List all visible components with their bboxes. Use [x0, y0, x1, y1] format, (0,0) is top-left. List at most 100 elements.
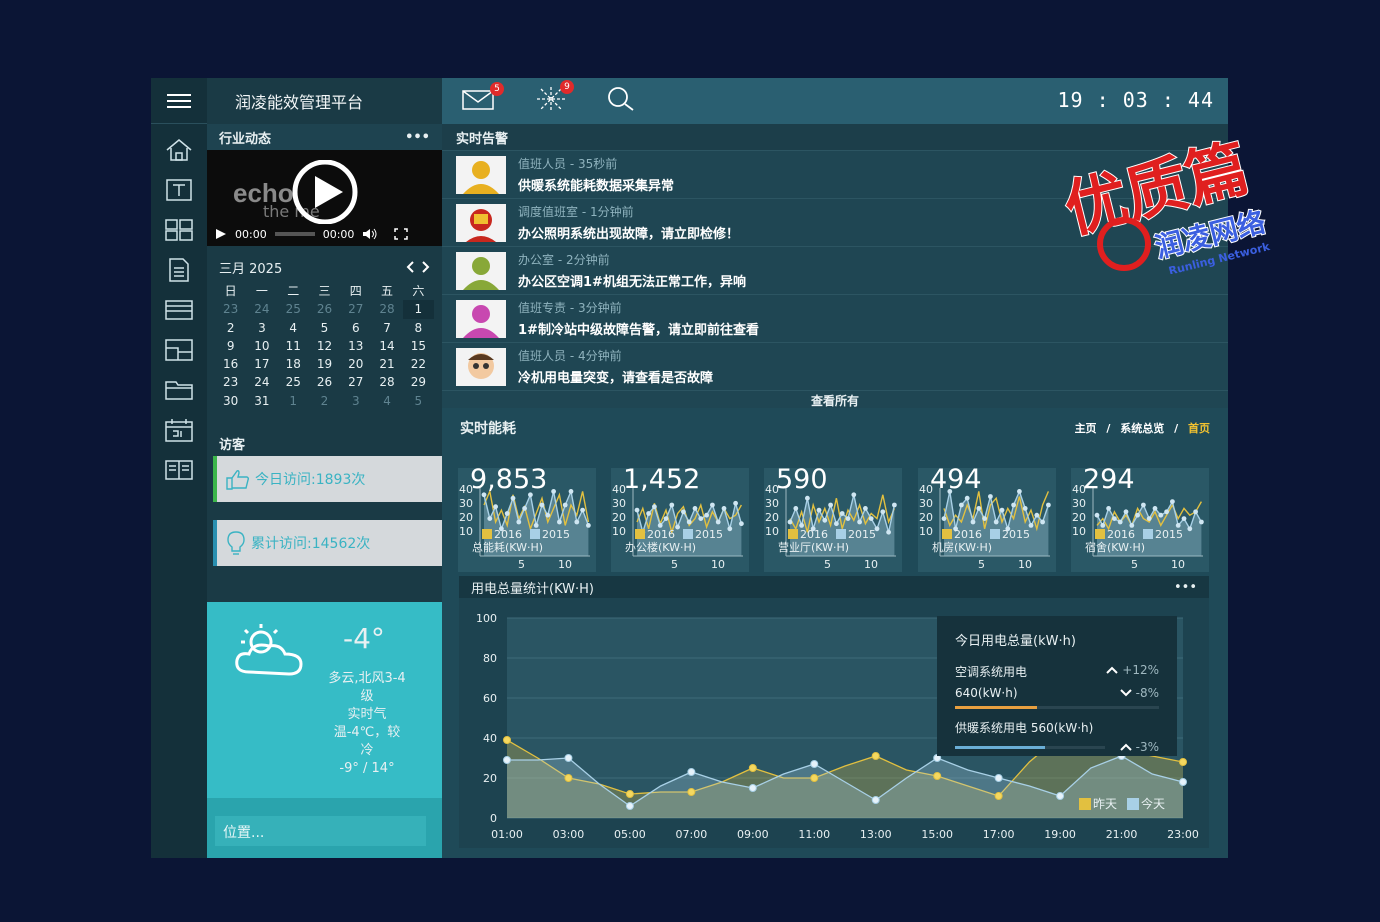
calendar-day[interactable]: 28 — [371, 300, 402, 318]
calendar-day[interactable]: 6 — [340, 319, 371, 337]
series-point-1 — [1056, 792, 1065, 800]
play-icon[interactable] — [215, 228, 227, 240]
nav-grid[interactable] — [151, 210, 207, 250]
calendar-day[interactable]: 27 — [340, 373, 371, 391]
avatar-user-pink-icon — [456, 299, 506, 338]
calendar-day[interactable]: 1 — [278, 392, 309, 410]
calendar-day[interactable]: 19 — [309, 355, 340, 373]
mini-legend-2015-swatch — [836, 529, 846, 539]
tooltip-bar-2 — [955, 745, 1105, 749]
calendar-day[interactable]: 31 — [246, 392, 277, 410]
fullscreen-icon[interactable] — [394, 228, 409, 240]
calendar-day[interactable]: 17 — [246, 355, 277, 373]
calendar-day[interactable]: 10 — [246, 337, 277, 355]
calendar-day[interactable]: 23 — [215, 300, 246, 318]
alerts-button[interactable]: 9 — [536, 80, 574, 116]
calendar-day[interactable]: 30 — [215, 392, 246, 410]
mini-point — [698, 516, 704, 521]
mini-x-tick: 10 — [1018, 558, 1032, 571]
calendar-day[interactable]: 14 — [371, 337, 402, 355]
calendar-day[interactable]: 8 — [403, 319, 434, 337]
calendar-day[interactable]: 29 — [403, 373, 434, 391]
video-progress[interactable] — [274, 232, 315, 236]
mini-legend-2015: 2015 — [1002, 528, 1030, 541]
calendar-day[interactable]: 13 — [340, 337, 371, 355]
calendar-day[interactable]: 1 — [402, 300, 434, 319]
calendar-day[interactable]: 4 — [278, 319, 309, 337]
calendar-day[interactable]: 24 — [246, 300, 277, 318]
nav-home[interactable] — [151, 130, 207, 170]
volume-icon[interactable] — [362, 228, 378, 240]
breadcrumb-home[interactable]: 主页 — [1075, 422, 1097, 435]
chevron-right-icon[interactable] — [422, 261, 430, 273]
calendar-day[interactable]: 12 — [309, 337, 340, 355]
calendar-day[interactable]: 25 — [278, 300, 309, 318]
power-chart-menu-button[interactable]: ••• — [1174, 580, 1197, 595]
calendar-day[interactable]: 9 — [215, 337, 246, 355]
nav-calendar[interactable] — [151, 410, 207, 450]
visitors-title: 访客 — [219, 437, 246, 453]
nav-document[interactable] — [151, 250, 207, 290]
alert-item[interactable]: 值班专责 - 3分钟前 1#制冷站中级故障告警，请立即前往查看 — [442, 294, 1228, 342]
mini-chart: 40302010 2016 2015营业厅(KW·H)5 10590 — [765, 464, 897, 571]
nav-book[interactable] — [151, 450, 207, 490]
hamburger-icon — [167, 93, 191, 108]
calendar-day[interactable]: 11 — [278, 337, 309, 355]
video-time-current: 00:00 — [235, 227, 267, 241]
mail-button[interactable]: 5 — [462, 82, 504, 114]
energy-card[interactable]: 40 30 20 10 2016 2015 机房(KW·H) 5 10 494 — [918, 464, 1056, 572]
breadcrumb-overview[interactable]: 系统总览 — [1120, 422, 1164, 435]
calendar-day[interactable]: 20 — [340, 355, 371, 373]
energy-card[interactable]: 40 30 20 10 2016 2015 办公楼(KW·H) 5 10 1,452 — [611, 464, 749, 572]
nav-folder[interactable] — [151, 370, 207, 410]
calendar-day[interactable]: 24 — [246, 373, 277, 391]
video-player[interactable]: echo the me 00:00 00:00 — [207, 150, 442, 246]
power-chart-panel: 用电总量统计(KW·H) ••• 0 20 40 60 80 100 01:00 03:00 0… — [459, 576, 1209, 848]
mini-point — [1117, 519, 1123, 525]
calendar-day[interactable]: 3 — [340, 392, 371, 410]
legend-swatch-1 — [1127, 798, 1139, 810]
weekday-label: 一 — [255, 284, 268, 298]
energy-card[interactable]: 40 30 20 10 2016 2015 营业厅(KW·H) 5 10 590 — [764, 464, 902, 572]
mini-point — [982, 516, 987, 521]
calendar-day[interactable]: 18 — [278, 355, 309, 373]
chevron-left-icon[interactable] — [406, 261, 414, 273]
series-point-1 — [625, 802, 634, 810]
calendar-day[interactable]: 21 — [371, 355, 402, 373]
see-all-link[interactable]: 查看所有 — [442, 390, 1228, 410]
nav-text[interactable] — [151, 170, 207, 210]
menu-toggle-button[interactable] — [151, 78, 207, 124]
calendar-day[interactable]: 27 — [340, 300, 371, 318]
calendar-day[interactable]: 23 — [215, 373, 246, 391]
search-button[interactable] — [606, 86, 636, 116]
mini-point — [857, 519, 862, 525]
calendar-day[interactable]: 16 — [215, 355, 246, 373]
calendar-day[interactable]: 4 — [371, 392, 402, 410]
news-menu-button[interactable]: ••• — [405, 130, 430, 145]
calendar-day[interactable]: 5 — [309, 319, 340, 337]
calendar-day[interactable]: 5 — [403, 392, 434, 410]
series-point-1 — [871, 796, 880, 804]
calendar-day[interactable]: 26 — [309, 373, 340, 391]
nav-table[interactable] — [151, 290, 207, 330]
calendar-day[interactable]: 2 — [309, 392, 340, 410]
calendar-day[interactable]: 22 — [403, 355, 434, 373]
mini-point — [999, 507, 1005, 513]
mini-point — [493, 504, 498, 510]
mini-x-tick: 5 — [824, 558, 831, 571]
calendar-day[interactable]: 2 — [215, 319, 246, 337]
calendar-day[interactable]: 26 — [309, 300, 340, 318]
energy-card[interactable]: 40 30 20 10 2016 2015 宿舍(KW·H) 5 10 294 — [1071, 464, 1209, 572]
calendar-day[interactable]: 25 — [278, 373, 309, 391]
x-tick-label: 13:00 — [860, 828, 892, 841]
play-big-icon[interactable] — [275, 160, 375, 224]
calendar-day[interactable]: 3 — [246, 319, 277, 337]
calendar-day[interactable]: 15 — [403, 337, 434, 355]
alert-item[interactable]: 值班人员 - 4分钟前 冷机用电量突变，请查看是否故障 — [442, 342, 1228, 390]
calendar-day[interactable]: 7 — [371, 319, 402, 337]
nav-layout[interactable] — [151, 330, 207, 370]
energy-card[interactable]: 40 30 20 10 2016 2015 总能耗(KW·H) 5 10 9,853 — [458, 464, 596, 572]
series-point-1 — [810, 760, 819, 768]
calendar-day[interactable]: 28 — [371, 373, 402, 391]
location-input[interactable]: 位置... — [215, 816, 426, 846]
